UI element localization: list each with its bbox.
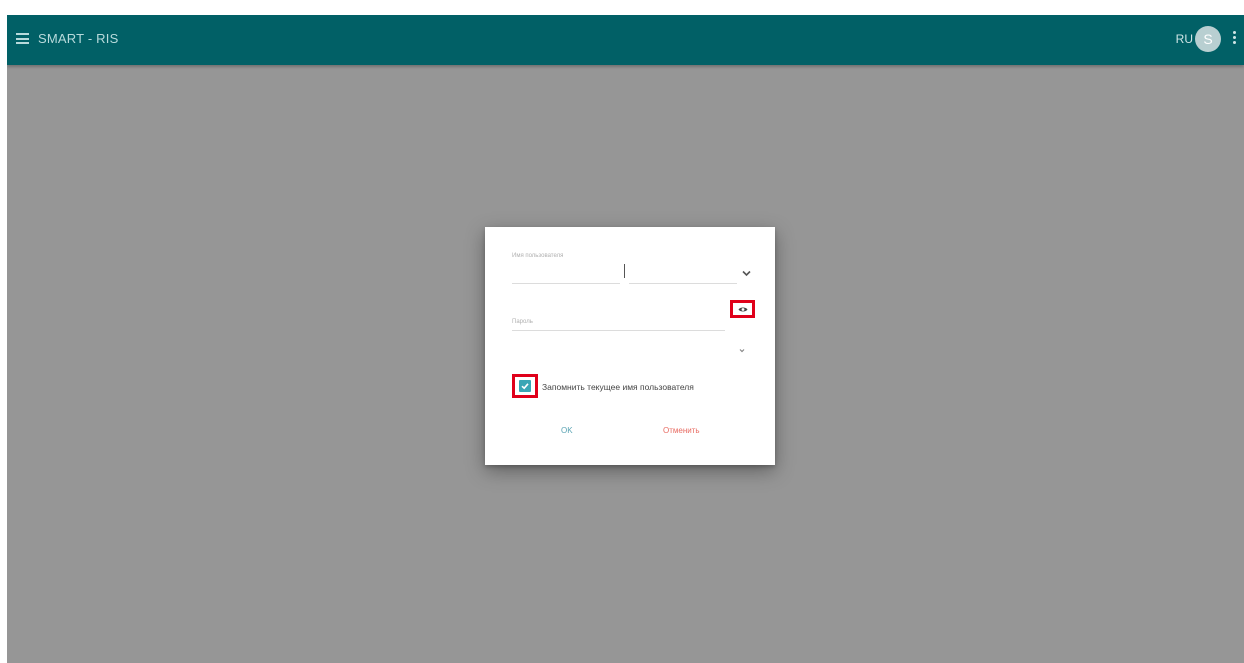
- username-label: Имя пользователя: [512, 253, 564, 259]
- eye-icon: [738, 307, 748, 312]
- avatar[interactable]: S: [1195, 26, 1221, 52]
- remember-username-checkbox[interactable]: [512, 374, 538, 398]
- app-title: SMART - RIS: [38, 31, 119, 46]
- username-dropdown-underline: [629, 283, 737, 284]
- username-underline: [512, 283, 620, 284]
- remember-username-label[interactable]: Запомнить текущее имя пользователя: [542, 382, 694, 392]
- cancel-button[interactable]: Отменить: [663, 426, 700, 435]
- app-toolbar: SMART - RIS RU S: [7, 15, 1244, 65]
- text-cursor: [624, 264, 625, 278]
- app-window: SMART - RIS RU S Имя пользователя Пароль: [7, 15, 1244, 663]
- extra-dropdown-chevron-icon[interactable]: [739, 348, 745, 353]
- login-dialog: Имя пользователя Пароль Запомнить текуще…: [485, 227, 775, 465]
- password-input[interactable]: [512, 307, 727, 329]
- checkmark-icon: [521, 383, 529, 390]
- password-underline: [512, 330, 725, 331]
- language-switcher[interactable]: RU: [1176, 32, 1193, 46]
- checkbox-checked: [519, 380, 531, 392]
- password-visibility-toggle[interactable]: [730, 300, 755, 318]
- menu-icon[interactable]: [16, 33, 29, 44]
- ok-button[interactable]: OK: [561, 426, 573, 435]
- more-vertical-icon[interactable]: [1233, 31, 1237, 47]
- chevron-down-icon[interactable]: [742, 270, 751, 277]
